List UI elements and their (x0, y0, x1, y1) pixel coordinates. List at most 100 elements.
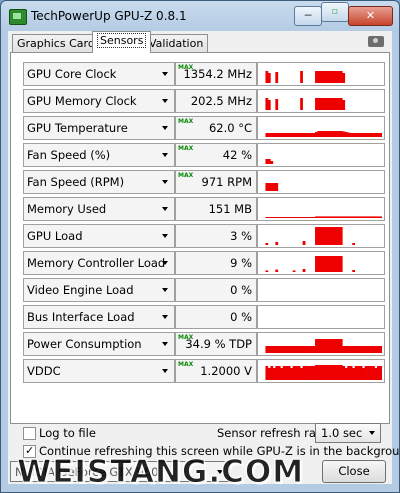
sensor-name: GPU Core Clock (27, 67, 117, 81)
chevron-down-icon (162, 207, 168, 211)
sensor-name-dropdown[interactable]: Memory Used (23, 197, 175, 221)
graph-bar (342, 346, 346, 353)
graph-bar (327, 256, 331, 272)
tab-sensors-label: Sensors (97, 33, 147, 48)
graph-bar (320, 365, 323, 380)
minimize-button[interactable]: ─ (294, 6, 322, 26)
graph-bar (379, 366, 382, 380)
sensor-graph (257, 116, 385, 140)
refresh-rate-select[interactable]: 1.0 sec (315, 423, 381, 443)
sensor-graph (257, 89, 385, 113)
graph-bar (310, 217, 313, 218)
graph-bar (357, 133, 360, 137)
tab-bar: Graphics Card Sensors Validation (8, 31, 392, 53)
graph-bar (334, 71, 338, 83)
sensor-name-dropdown[interactable]: Video Engine Load (23, 278, 175, 302)
graph-bar (307, 217, 311, 218)
graph-bar (305, 133, 308, 137)
graph-bar (310, 366, 313, 380)
graph-bar (280, 217, 284, 218)
sensor-name-dropdown[interactable]: GPU Temperature (23, 116, 175, 140)
graph-bar (359, 216, 363, 218)
graph-bar (270, 366, 274, 380)
graph-bar (277, 366, 281, 380)
graph-bar (322, 256, 326, 272)
sensor-name-dropdown[interactable]: Power Consumption (23, 332, 175, 356)
graph-bar (327, 365, 331, 380)
camera-icon[interactable] (368, 36, 384, 47)
sensor-name-dropdown[interactable]: Bus Interface Load (23, 305, 175, 329)
graph-bar (307, 346, 311, 353)
graph-bar (277, 346, 281, 353)
graph-bar (377, 133, 380, 137)
sensor-name-dropdown[interactable]: VDDC (23, 359, 175, 383)
sensor-name-dropdown[interactable]: Memory Controller Load (23, 251, 175, 275)
graph-bar (317, 227, 321, 245)
graph-bar (287, 346, 291, 353)
graph-bar (349, 133, 353, 137)
log-to-file-checkbox[interactable] (23, 427, 36, 440)
graph-bar (307, 366, 311, 380)
sensor-value: 1.2000 V (200, 364, 252, 378)
graph-bar (347, 366, 351, 380)
graph-bar (362, 346, 365, 353)
graph-bar (324, 227, 328, 245)
maximize-button[interactable]: □ (321, 2, 349, 22)
graph-svg (265, 227, 356, 245)
graph-bar (315, 227, 318, 245)
close-window-button[interactable]: ✕ (348, 6, 393, 26)
graph-bar (305, 346, 308, 353)
graph-bar (347, 216, 351, 218)
graph-bar (369, 366, 373, 380)
graph-bar (267, 159, 271, 164)
sensor-name-dropdown[interactable]: GPU Memory Clock (23, 89, 175, 113)
sensor-row: VDDC MAX 1.2000 V (23, 359, 385, 383)
graph-bar (372, 133, 375, 137)
graph-bar (320, 256, 323, 272)
graph-bar (337, 365, 341, 380)
graph-bar (369, 133, 373, 137)
graph-svg (265, 183, 279, 191)
sensor-name-dropdown[interactable]: GPU Core Clock (23, 62, 175, 86)
sensor-value: 1354.2 MHz (183, 67, 252, 81)
graph-bar (357, 346, 360, 353)
graph-bar (324, 71, 328, 83)
graph-bar (334, 365, 338, 380)
graph-bar (369, 216, 373, 218)
sensor-row: GPU Load 3 % (23, 224, 385, 248)
graph-bar (322, 71, 326, 83)
tab-sensors[interactable]: Sensors (92, 31, 152, 53)
graph-bar (275, 366, 279, 380)
graph-bar (290, 346, 294, 353)
sensor-row: Fan Speed (RPM) MAX 971 RPM (23, 170, 385, 194)
graph-bar (332, 365, 336, 380)
graph-svg (265, 365, 382, 380)
sensor-name-dropdown[interactable]: Fan Speed (RPM) (23, 170, 175, 194)
graph-bar (349, 346, 353, 353)
graph-bar (364, 366, 368, 380)
graph-bar (334, 339, 338, 353)
graph-bar (352, 216, 356, 218)
graph-bar (282, 366, 286, 380)
graph-bar (267, 100, 271, 110)
sensor-name: Memory Used (27, 202, 107, 216)
sensor-name-dropdown[interactable]: GPU Load (23, 224, 175, 248)
graph-bar (339, 216, 343, 218)
title-bar[interactable]: TechPowerUp GPU-Z 0.8.1 ─ □ ✕ (1, 1, 399, 31)
sensor-name-dropdown[interactable]: Fan Speed (%) (23, 143, 175, 167)
graph-bar (272, 368, 276, 380)
chevron-down-icon (162, 126, 168, 130)
graph-bar (292, 217, 296, 218)
graph-bar (265, 243, 269, 245)
tab-graphics-card[interactable]: Graphics Card (12, 34, 100, 52)
sensor-name: Video Engine Load (27, 283, 134, 297)
graph-bar (270, 161, 274, 164)
tab-validation[interactable]: Validation (144, 34, 209, 52)
graph-bar (295, 217, 298, 218)
sensor-name: GPU Load (27, 229, 83, 243)
graph-bar (334, 256, 338, 272)
graph-bar (272, 133, 276, 137)
graph-bar (282, 217, 286, 218)
graph-bar (272, 346, 276, 353)
sensor-value-box: 202.5 MHz (175, 89, 257, 113)
